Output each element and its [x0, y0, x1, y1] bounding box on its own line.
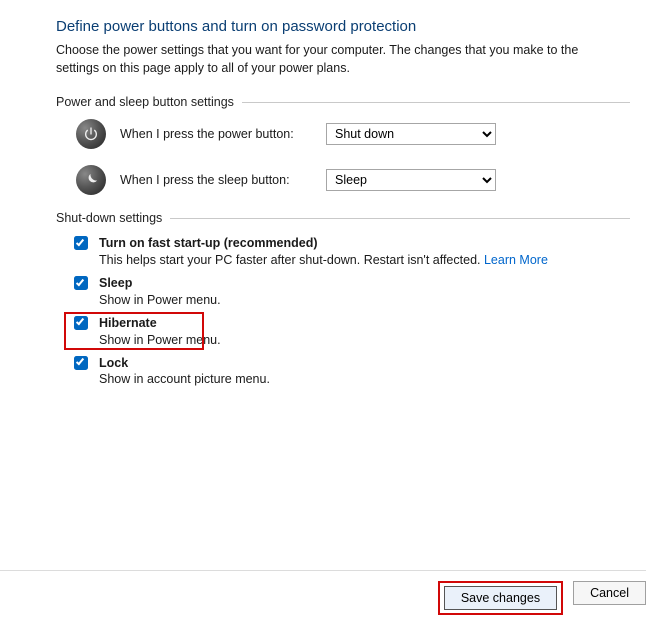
- fast-startup-checkbox[interactable]: [74, 236, 88, 250]
- power-icon: [76, 119, 106, 149]
- page-description: Choose the power settings that you want …: [56, 41, 616, 77]
- fast-startup-desc: This helps start your PC faster after sh…: [99, 253, 484, 267]
- moon-icon: [76, 165, 106, 195]
- footer: Save changes Cancel: [0, 570, 646, 615]
- sleep-button-select[interactable]: Sleep: [326, 169, 496, 191]
- hibernate-checkbox[interactable]: [74, 316, 88, 330]
- section-power-sleep-label: Power and sleep button settings: [56, 95, 234, 109]
- section-shutdown: Shut-down settings: [56, 211, 630, 225]
- lock-desc: Show in account picture menu.: [99, 371, 270, 388]
- sleep-button-label: When I press the sleep button:: [120, 173, 312, 187]
- lock-title: Lock: [99, 356, 128, 370]
- setting-sleep: Sleep Show in Power menu.: [70, 275, 630, 309]
- divider: [170, 218, 630, 219]
- hibernate-desc: Show in Power menu.: [99, 332, 221, 349]
- sleep-desc: Show in Power menu.: [99, 292, 221, 309]
- sleep-title: Sleep: [99, 276, 132, 290]
- fast-startup-title: Turn on fast start-up (recommended): [99, 236, 318, 250]
- lock-checkbox[interactable]: [74, 356, 88, 370]
- save-button[interactable]: Save changes: [444, 586, 557, 610]
- hibernate-title: Hibernate: [99, 316, 157, 330]
- highlight-save: Save changes: [438, 581, 563, 615]
- divider: [242, 102, 630, 103]
- sleep-button-row: When I press the sleep button: Sleep: [76, 165, 630, 195]
- power-button-row: When I press the power button: Shut down: [76, 119, 630, 149]
- setting-fast-startup: Turn on fast start-up (recommended) This…: [70, 235, 630, 269]
- setting-lock: Lock Show in account picture menu.: [70, 355, 630, 389]
- sleep-checkbox[interactable]: [74, 276, 88, 290]
- cancel-button[interactable]: Cancel: [573, 581, 646, 605]
- power-button-select[interactable]: Shut down: [326, 123, 496, 145]
- section-power-sleep: Power and sleep button settings: [56, 95, 630, 109]
- learn-more-link[interactable]: Learn More: [484, 253, 548, 267]
- section-shutdown-label: Shut-down settings: [56, 211, 162, 225]
- setting-hibernate: Hibernate Show in Power menu.: [70, 315, 630, 349]
- power-button-label: When I press the power button:: [120, 127, 312, 141]
- page-title: Define power buttons and turn on passwor…: [56, 18, 630, 35]
